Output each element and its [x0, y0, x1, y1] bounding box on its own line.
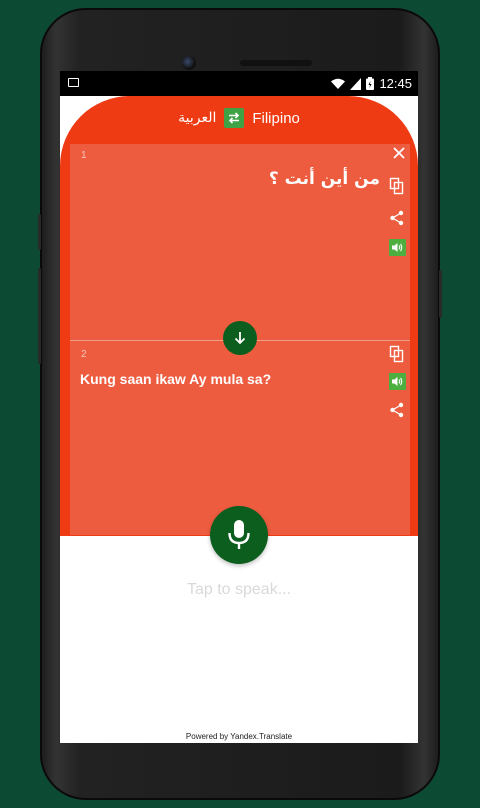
close-icon[interactable]: [390, 144, 408, 162]
earpiece-speaker: [240, 60, 312, 66]
swap-languages-icon[interactable]: [224, 108, 245, 128]
screen: 12:45 العربية Filipino 1 من أين أنت ؟ 2 …: [60, 71, 418, 743]
source-language[interactable]: العربية: [178, 110, 216, 126]
tap-to-speak-hint: Tap to speak...: [186, 581, 292, 598]
microphone-button[interactable]: [210, 506, 268, 564]
status-bar: 12:45: [60, 71, 418, 96]
side-button: [38, 268, 41, 364]
power-button: [439, 270, 442, 318]
share-icon[interactable]: [388, 401, 406, 419]
language-bar: العربية Filipino: [60, 104, 418, 132]
image-notification-icon: [68, 78, 79, 87]
speaker-icon[interactable]: [389, 239, 406, 256]
translator-app: العربية Filipino 1 من أين أنت ؟ 2 Kung s…: [60, 96, 418, 743]
powered-by-footer: Powered by Yandex.Translate: [185, 732, 293, 741]
target-language[interactable]: Filipino: [252, 110, 300, 127]
translated-text[interactable]: Kung saan ikaw Ay mula sa?: [80, 371, 271, 387]
source-text[interactable]: من أين أنت ؟: [269, 169, 380, 189]
volume-button: [38, 214, 41, 250]
source-panel: 1 من أين أنت ؟: [70, 144, 410, 340]
wifi-icon: [331, 78, 346, 89]
target-panel-number: 2: [81, 349, 87, 360]
copy-icon[interactable]: [388, 177, 406, 195]
front-camera: [182, 56, 196, 70]
share-icon[interactable]: [388, 209, 406, 227]
arrow-down-icon: [234, 332, 246, 345]
status-icons: 12:45: [331, 74, 412, 93]
source-panel-number: 1: [81, 150, 87, 161]
translate-down-button[interactable]: [223, 321, 257, 355]
microphone-icon: [228, 520, 250, 549]
copy-icon[interactable]: [388, 345, 406, 363]
status-time: 12:45: [379, 76, 412, 91]
speaker-icon[interactable]: [389, 373, 406, 390]
signal-icon: [350, 77, 362, 90]
battery-icon: [366, 77, 375, 90]
